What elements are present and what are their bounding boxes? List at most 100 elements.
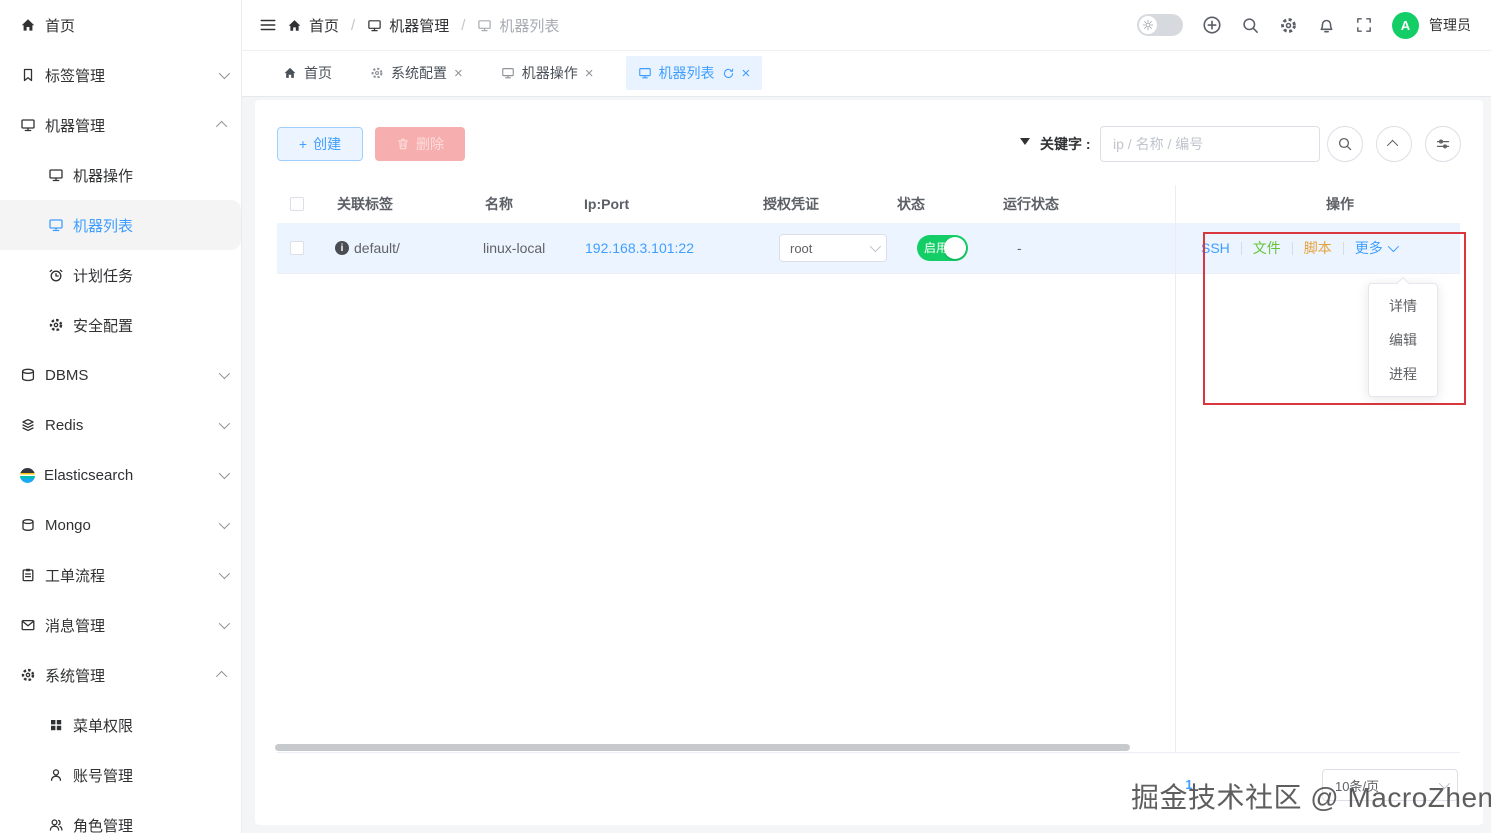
sidebar-item-mongo[interactable]: Mongo — [0, 500, 241, 550]
credential-cell: root — [779, 223, 887, 273]
sidebar-item-elasticsearch[interactable]: Elasticsearch — [0, 450, 241, 500]
column-header-run-status: 运行状态 — [1003, 196, 1059, 212]
home-icon — [21, 19, 35, 31]
close-icon[interactable]: × — [454, 66, 463, 81]
machine-list-panel: 掘金技术社区 @ MacroZheng 掘金技术社区 @ MacroZheng … — [255, 100, 1491, 825]
column-settings-button[interactable] — [1425, 126, 1461, 162]
refresh-icon[interactable] — [722, 67, 735, 80]
sidebar-item-label: 机器操作 — [73, 167, 134, 185]
gear-icon[interactable] — [1279, 16, 1298, 35]
create-button[interactable]: + 创建 — [277, 127, 363, 161]
trash-icon — [398, 138, 408, 150]
collapse-up-button[interactable] — [1376, 126, 1412, 162]
more-action-link[interactable]: 更多 — [1355, 238, 1399, 258]
search-button[interactable] — [1327, 126, 1363, 162]
chevron-down-icon — [218, 367, 231, 380]
delete-button[interactable]: 删除 — [375, 127, 465, 161]
mail-icon — [21, 619, 35, 631]
chevron-down-icon — [218, 417, 231, 430]
ssh-action-link[interactable]: SSH — [1201, 240, 1230, 256]
sidebar-item-machine-mgmt[interactable]: 机器管理 — [0, 100, 241, 150]
sidebar: 首页 标签管理 机器管理 机器操作 机器列表 计划任务 安全配置 DBMS Re… — [0, 0, 242, 833]
tab-home[interactable]: 首页 — [277, 56, 338, 90]
theme-toggle[interactable] — [1137, 14, 1183, 36]
tab-machine-ops[interactable]: 机器操作 × — [495, 56, 600, 90]
chevron-down-icon — [218, 67, 231, 80]
monitor-icon — [368, 19, 381, 31]
close-icon[interactable]: × — [585, 66, 594, 81]
file-action-link[interactable]: 文件 — [1253, 238, 1281, 258]
chevron-down-icon — [218, 517, 231, 530]
sidebar-item-system-mgmt[interactable]: 系统管理 — [0, 650, 241, 700]
top-navbar: 首页 / 机器管理 / 机器列表 A 管理员 — [241, 0, 1491, 51]
sidebar-item-label: 账号管理 — [73, 767, 134, 785]
collapse-menu-icon[interactable] — [259, 16, 277, 34]
row-checkbox[interactable] — [290, 241, 304, 255]
sidebar-item-label: 标签管理 — [45, 67, 106, 85]
info-icon[interactable]: i — [335, 241, 349, 255]
dropdown-item-edit[interactable]: 编辑 — [1369, 323, 1437, 357]
script-action-link[interactable]: 脚本 — [1304, 238, 1332, 258]
column-header-name: 名称 — [485, 196, 513, 212]
horizontal-scrollbar[interactable] — [275, 744, 1130, 751]
sun-icon — [1139, 16, 1157, 34]
sidebar-item-scheduled-tasks[interactable]: 计划任务 — [0, 250, 241, 300]
app-window: 首页 标签管理 机器管理 机器操作 机器列表 计划任务 安全配置 DBMS Re… — [0, 0, 1491, 833]
name-cell: linux-local — [483, 240, 546, 256]
sidebar-item-home[interactable]: 首页 — [0, 0, 241, 50]
breadcrumb-section[interactable]: 机器管理 — [389, 15, 449, 36]
close-icon[interactable]: × — [742, 66, 751, 81]
tab-label: 首页 — [304, 65, 332, 81]
monitor-icon — [49, 169, 63, 182]
sidebar-item-menu-permissions[interactable]: 菜单权限 — [0, 700, 241, 750]
sidebar-item-accounts[interactable]: 账号管理 — [0, 750, 241, 800]
search-icon — [1338, 137, 1352, 151]
monitor-icon — [49, 219, 63, 232]
chevron-down-icon — [218, 567, 231, 580]
sidebar-item-roles[interactable]: 角色管理 — [0, 800, 241, 833]
dropdown-item-process[interactable]: 进程 — [1369, 357, 1437, 391]
tab-machine-list[interactable]: 机器列表 × — [625, 56, 763, 90]
user-icon — [50, 769, 62, 781]
ip-port-link[interactable]: 192.168.3.101:22 — [585, 223, 694, 273]
bell-icon[interactable] — [1317, 16, 1336, 35]
chevron-up-icon — [1386, 139, 1399, 152]
search-icon[interactable] — [1241, 16, 1260, 35]
sidebar-item-machine-list[interactable]: 机器列表 — [0, 200, 241, 250]
fullscreen-icon[interactable] — [1355, 16, 1373, 34]
sidebar-item-workorder[interactable]: 工单流程 — [0, 550, 241, 600]
sidebar-item-redis[interactable]: Redis — [0, 400, 241, 450]
avatar[interactable]: A — [1392, 11, 1419, 39]
sidebar-item-security-config[interactable]: 安全配置 — [0, 300, 241, 350]
divider — [1291, 241, 1293, 255]
sidebar-item-tags[interactable]: 标签管理 — [0, 50, 241, 100]
sliders-icon — [1436, 139, 1450, 149]
sidebar-item-dbms[interactable]: DBMS — [0, 350, 241, 400]
username[interactable]: 管理员 — [1429, 15, 1471, 35]
monitor-icon — [21, 119, 35, 132]
tab-bar: 首页 系统配置 × 机器操作 × 机器列表 × — [241, 50, 1491, 97]
home-icon — [288, 19, 301, 31]
breadcrumb-home[interactable]: 首页 — [309, 15, 339, 36]
chevron-down-icon — [218, 467, 231, 480]
status-toggle[interactable]: 启用 — [917, 235, 968, 261]
sidebar-item-label: 系统管理 — [45, 667, 106, 685]
tab-system-config[interactable]: 系统配置 × — [364, 56, 469, 90]
tab-label: 机器操作 — [521, 65, 578, 81]
grid-icon — [51, 720, 62, 731]
sidebar-item-label: Elasticsearch — [44, 466, 134, 484]
dropdown-item-detail[interactable]: 详情 — [1369, 289, 1437, 323]
status-cell: 启用 — [917, 223, 968, 273]
sidebar-item-label: 机器列表 — [73, 217, 134, 235]
keyword-input[interactable] — [1100, 126, 1320, 162]
gear-icon — [371, 67, 383, 79]
breadcrumb-separator: / — [461, 16, 466, 34]
sidebar-item-messages[interactable]: 消息管理 — [0, 600, 241, 650]
run-status-cell: - — [1017, 240, 1022, 256]
sidebar-item-machine-ops[interactable]: 机器操作 — [0, 150, 241, 200]
collapse-caret-icon[interactable] — [1020, 138, 1030, 145]
column-header-status: 状态 — [897, 196, 925, 212]
select-all-checkbox[interactable] — [290, 197, 304, 211]
plus-circle-icon[interactable] — [1202, 15, 1222, 35]
credential-select[interactable]: root — [779, 234, 887, 262]
